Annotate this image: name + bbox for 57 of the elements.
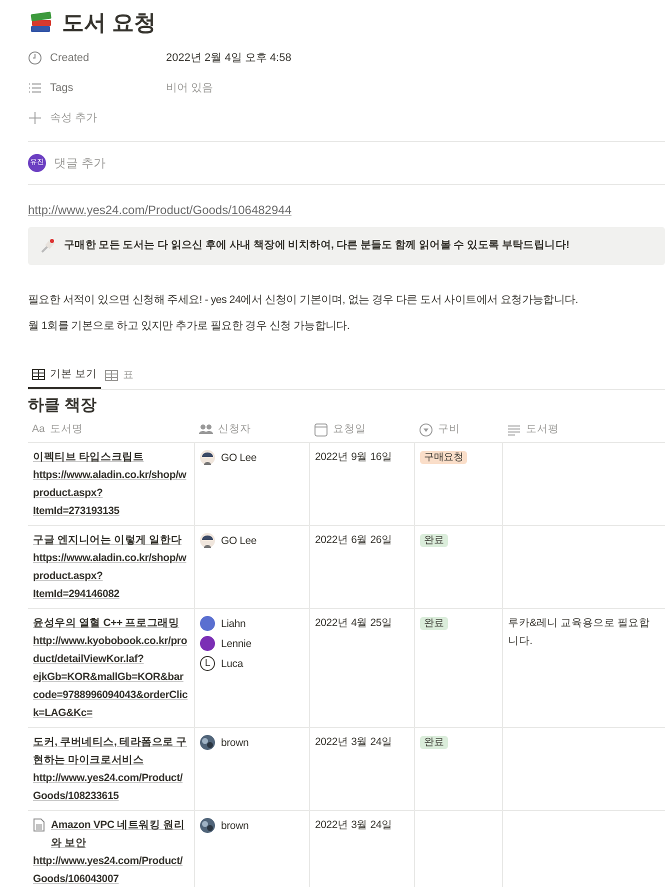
book-url[interactable]: https://www.aladin.co.kr/shop/wproduct.aspx?ItemId=273193135 [33,466,189,520]
paragraph: 필요한 서적이 있으면 신청해 주세요! - yes 24에서 신청이 기본이며, 없는 경우 다른 도서 사이트에서 요청가능합니다. [28,293,580,308]
clock-icon [28,51,42,65]
avatar [200,450,215,465]
table-icon [104,370,118,382]
book-title[interactable]: Amazon VPC 네트워킹 원리와 보안 [51,816,189,852]
book-title[interactable]: 이펙티브 타입스크립트 [33,448,144,466]
person-name: brown [221,736,249,750]
review-text: 루카&레니 교육용으로 필요합니다. [508,616,650,646]
table-icon [32,369,45,380]
column-header: 도서명 [50,422,83,437]
avatar [200,735,215,750]
url-link[interactable]: http://www.yes24.com/Product/Goods/106482944 [28,203,292,217]
view-tab[interactable]: 기본 보기 [28,363,101,389]
book-url[interactable]: http://www.yes24.com/Product/Goods/108233615 [33,768,189,804]
status-tag: 구매요청 [420,450,468,464]
property-label: Created [50,50,90,66]
people-icon [199,422,213,437]
column-header: 요청일 [333,422,366,437]
person-name: GO Lee [221,534,257,548]
list-icon [28,81,42,95]
column-header: 구비 [438,422,460,437]
avatar [200,818,215,833]
book-url[interactable]: http://www.yes24.com/Product/Goods/106043007 [33,852,189,887]
dropdown-icon [419,422,433,437]
avatar [200,533,215,548]
book-title[interactable]: 윤성우의 열혈 C++ 프로그래밍 [33,614,180,632]
person-name: Liahn [221,616,246,632]
date-cell: 2022년 3월 24일 [310,728,415,810]
database-title: 하클 책장 [28,396,98,416]
callout-text: 구매한 모든 도서는 다 읽으신 후에 사내 책장에 비치하여, 다른 분들도 함께 읽어볼 수 있도록 부탁드립니다! [64,238,570,254]
paragraph: 월 1회를 기본으로 하고 있지만 추가로 필요한 경우 신청 가능합니다. [28,319,351,334]
avatar: L [200,656,215,671]
person-name: brown [221,818,249,834]
pushpin-icon [40,238,56,254]
text-lines-icon [507,422,521,437]
calendar-icon [314,422,328,437]
plus-icon [28,111,42,125]
property-label: Tags [50,80,74,96]
book-url[interactable]: http://www.kyobobook.co.kr/product/detailViewKor.laf?ejkGb=KOR&mallGb=KOR&barcode=9788996094043&orderClick=LAG&Kc= [33,632,189,722]
date-cell: 2022년 9월 16일 [310,442,415,526]
page-title: 도서 요청 [62,9,156,37]
book-title[interactable]: 구글 엔지니어는 이렇게 일한다 [33,530,182,548]
property-value: 2022년 2월 4일 오후 4:58 [166,50,292,66]
person-name: Luca [221,656,243,672]
column-header: 도서평 [526,422,559,437]
date-cell: 2022년 3월 24일 [310,810,415,887]
status-tag: 완료 [420,616,448,630]
person-name: GO Lee [221,450,257,466]
book-url[interactable]: https://www.aladin.co.kr/shop/wproduct.aspx?ItemId=294146082 [33,548,189,602]
person-name: Lennie [221,636,252,652]
date-cell: 2022년 6월 26일 [310,526,415,608]
status-tag: 완료 [420,736,448,748]
status-tag: 완료 [420,534,448,546]
aa-icon: Aa [32,422,45,438]
date-cell: 2022년 4월 25일 [310,608,415,728]
column-header: 신청자 [218,422,251,437]
